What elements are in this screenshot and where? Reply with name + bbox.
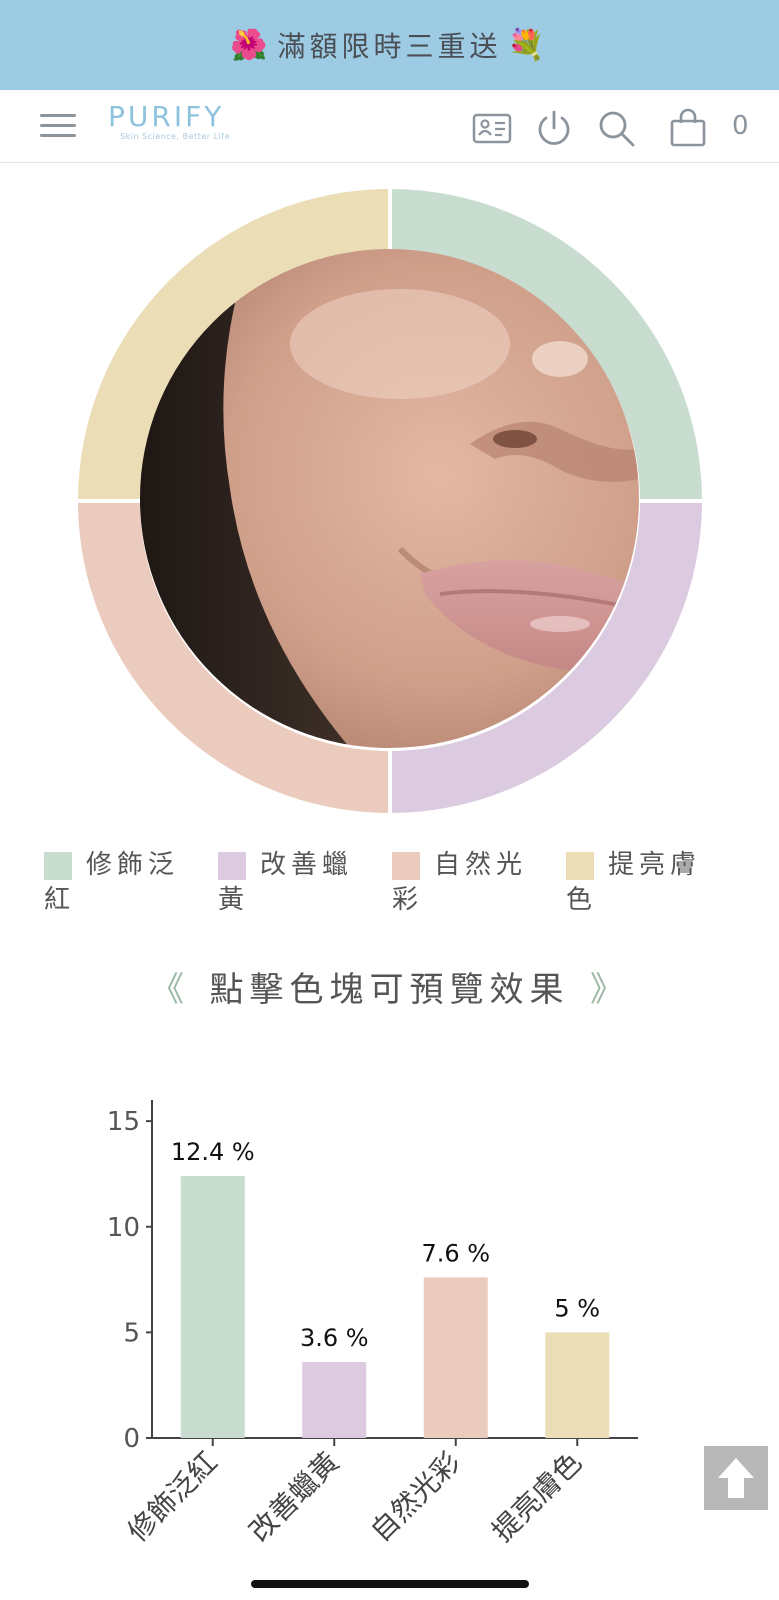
legend-swatch <box>44 852 72 880</box>
legend-swatch <box>566 852 594 880</box>
legend-item-brighten[interactable]: 提亮膚 色 <box>566 848 726 918</box>
y-tick-label: 15 <box>107 1107 140 1137</box>
y-tick-label: 5 <box>123 1318 140 1348</box>
arrow-up-icon <box>718 1458 754 1498</box>
improvement-bar-chart: 0 5 10 15 12.4 % 修飾泛紅 3.6 % 改善蠟黃 7.6 % 自然光彩 5 % 提亮膚… <box>107 1100 638 1549</box>
skin-preview-image <box>140 249 639 748</box>
scroll-to-top-button[interactable] <box>704 1446 768 1510</box>
bar-3 <box>423 1277 488 1438</box>
legend-label-line2: 紅 <box>44 885 76 915</box>
bar-4 <box>545 1332 610 1438</box>
legend-item-sallow[interactable]: 改善蠟 黃 <box>218 848 378 918</box>
value-label: 5 % <box>554 1294 600 1322</box>
category-label: 自然光彩 <box>364 1446 467 1549</box>
category-label: 提亮膚色 <box>486 1446 589 1549</box>
hibiscus-icon: 🌺 <box>230 27 272 63</box>
next-chevron-icon[interactable]: 》 <box>590 962 630 1011</box>
member-card-icon[interactable] <box>472 108 512 148</box>
header-bar: PURIFY Skin Science, Better Life 0 <box>0 90 779 163</box>
promo-banner[interactable]: 🌺 滿額限時三重送 💐 <box>0 0 779 90</box>
home-indicator <box>251 1580 529 1588</box>
category-label: 修飾泛紅 <box>121 1446 224 1549</box>
menu-icon[interactable] <box>40 112 76 140</box>
legend-label-line2: 色 <box>566 885 598 915</box>
power-icon[interactable] <box>534 108 574 148</box>
legend: 修飾泛 紅 改善蠟 黃 自然光 彩 提亮膚 色 <box>44 848 744 918</box>
legend-label-line2: 彩 <box>392 885 424 915</box>
category-label: 改善蠟黃 <box>243 1446 346 1549</box>
logo-tagline: Skin Science, Better Life <box>120 132 230 141</box>
bar-2 <box>302 1361 367 1438</box>
prev-chevron-icon[interactable]: 《 <box>150 962 190 1011</box>
bouquet-icon: 💐 <box>507 27 549 63</box>
shopping-bag-icon[interactable] <box>668 108 708 148</box>
cart-count: 0 <box>732 111 749 141</box>
value-label: 3.6 % <box>300 1324 369 1352</box>
logo-wordmark: PURIFY <box>108 100 225 133</box>
preview-hint-text: 點擊色塊可預覽效果 <box>209 970 570 1010</box>
legend-swatch <box>218 852 246 880</box>
preview-hint: 《 點擊色塊可預覽效果 》 <box>0 962 779 1011</box>
search-icon[interactable] <box>596 108 636 148</box>
legend-item-redness[interactable]: 修飾泛 紅 <box>44 848 204 918</box>
y-tick-label: 0 <box>123 1424 140 1454</box>
value-label: 7.6 % <box>421 1239 490 1267</box>
value-label: 12.4 % <box>171 1138 255 1166</box>
logo[interactable]: PURIFY Skin Science, Better Life <box>108 102 238 152</box>
legend-item-radiance[interactable]: 自然光 彩 <box>392 848 552 918</box>
bar-1 <box>180 1176 245 1438</box>
y-tick-label: 10 <box>107 1213 140 1243</box>
promo-text: 滿額限時三重送 <box>277 30 502 63</box>
legend-label-line2: 黃 <box>218 885 250 915</box>
legend-swatch <box>392 852 420 880</box>
